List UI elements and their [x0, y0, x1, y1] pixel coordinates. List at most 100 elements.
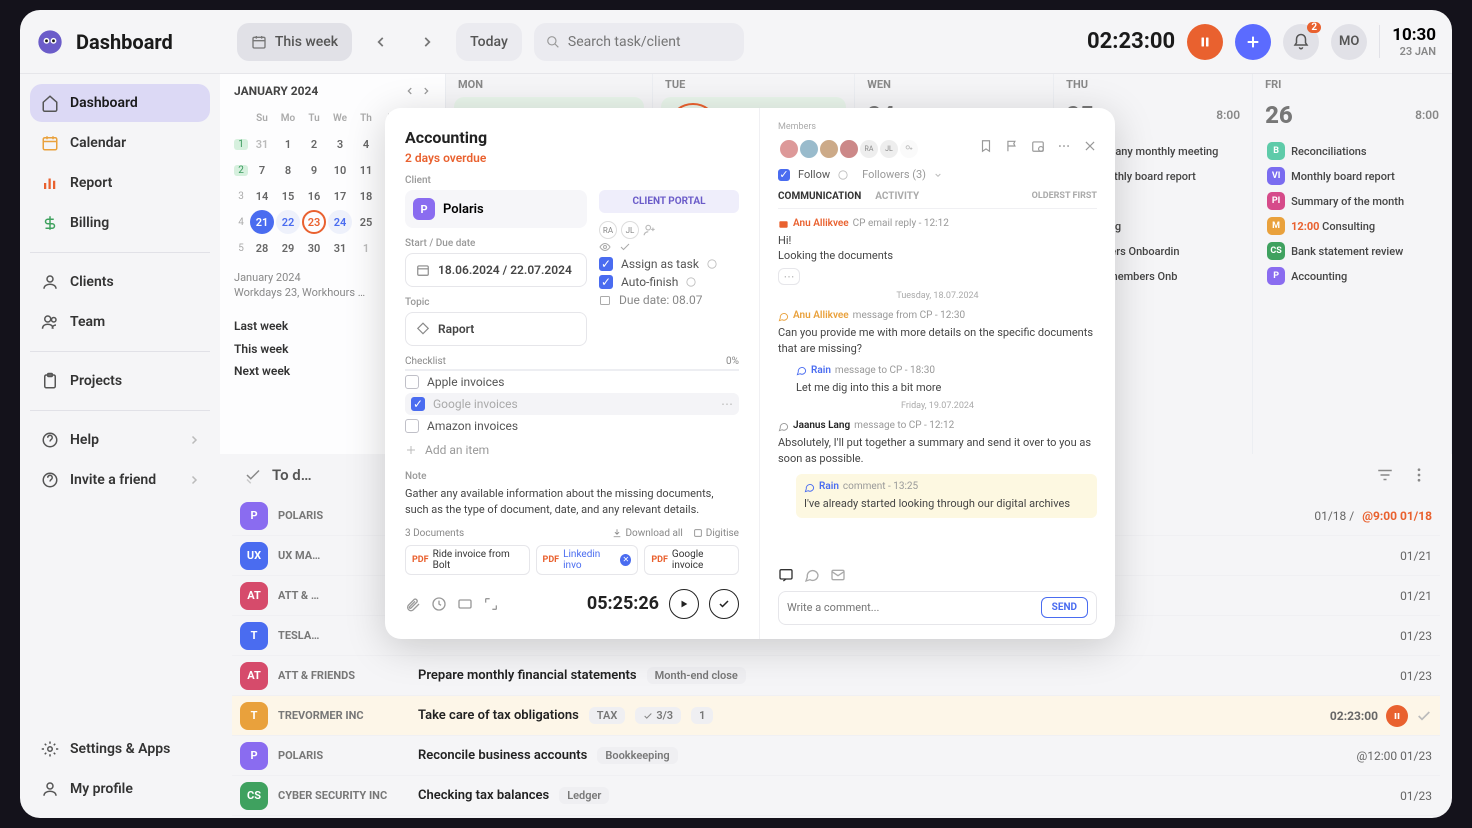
cal-day[interactable]: 8 — [276, 158, 300, 182]
cal-day[interactable]: 23 — [302, 210, 326, 234]
notifications-button[interactable]: 2 — [1283, 24, 1319, 60]
cal-day[interactable]: 17 — [328, 184, 352, 208]
client-portal-button[interactable]: CLIENT PORTAL — [599, 190, 739, 213]
add-member-icon[interactable] — [898, 138, 920, 160]
cal-day[interactable]: 29 — [276, 236, 300, 260]
members-avatars[interactable]: RA JL — [778, 138, 920, 160]
clock-icon[interactable] — [431, 596, 447, 612]
more-icon[interactable]: ⋯ — [721, 397, 733, 411]
event-pill[interactable]: PISummary of the month — [1261, 190, 1443, 212]
add-button[interactable] — [1235, 24, 1271, 60]
event-pill[interactable]: VIMonthly board report — [1261, 165, 1443, 187]
expand-icon[interactable] — [483, 596, 499, 612]
client-field[interactable]: P Polaris — [405, 190, 587, 228]
chat-mode-icon[interactable] — [804, 567, 820, 583]
period-selector[interactable]: This week — [237, 23, 352, 61]
cal-day[interactable]: 1 — [354, 236, 378, 260]
cal-day[interactable]: 2 — [302, 132, 326, 156]
check-icon[interactable] — [619, 241, 631, 253]
add-item-button[interactable]: Add an item — [405, 443, 739, 457]
tab-activity[interactable]: ACTIVITY — [875, 191, 919, 202]
cal-day[interactable]: 10 — [328, 158, 352, 182]
nav-settings-&-apps[interactable]: Settings & Apps — [30, 730, 210, 768]
mini-prev[interactable] — [405, 86, 415, 96]
nav-clients[interactable]: Clients — [30, 263, 210, 301]
mini-next[interactable] — [421, 86, 431, 96]
cal-day[interactable]: 9 — [302, 158, 326, 182]
cal-day[interactable]: 14 — [250, 184, 274, 208]
task-row[interactable]: CSCYBER SECURITY INCChecking tax balance… — [232, 776, 1440, 816]
checklist-item[interactable]: Apple invoices — [405, 375, 739, 389]
nav-billing[interactable]: Billing — [30, 204, 210, 242]
cal-day[interactable]: 15 — [276, 184, 300, 208]
cal-day[interactable]: 31 — [328, 236, 352, 260]
attach-icon[interactable] — [405, 596, 421, 612]
card-icon[interactable] — [457, 596, 473, 612]
topic-field[interactable]: Raport — [405, 312, 587, 346]
event-pill[interactable]: PAccounting — [1261, 265, 1443, 287]
prev-button[interactable] — [364, 25, 398, 59]
tab-communication[interactable]: COMMUNICATION — [778, 191, 861, 202]
comment-input[interactable] — [787, 601, 1041, 614]
nav-my-profile[interactable]: My profile — [30, 770, 210, 808]
search-input[interactable] — [568, 34, 732, 50]
more-button[interactable] — [1410, 466, 1428, 484]
nav-report[interactable]: Report — [30, 164, 210, 202]
cal-day[interactable]: 21 — [250, 210, 274, 234]
flag-icon[interactable] — [1005, 139, 1019, 153]
event-pill[interactable]: CSBank statement review — [1261, 240, 1443, 262]
next-button[interactable] — [410, 25, 444, 59]
autofinish-checkbox[interactable]: ✓ — [599, 275, 613, 289]
digitise-button[interactable]: Digitise — [693, 528, 739, 539]
date-field[interactable]: 18.06.2024 / 22.07.2024 — [405, 253, 587, 287]
nav-help[interactable]: Help — [30, 421, 210, 459]
pause-button[interactable] — [1187, 24, 1223, 60]
follow-checkbox[interactable]: ✓ — [778, 169, 790, 181]
nav-dashboard[interactable]: Dashboard — [30, 84, 210, 122]
comment-input-bar[interactable]: SEND — [778, 591, 1097, 625]
cal-day[interactable]: 18 — [354, 184, 378, 208]
search-box[interactable] — [534, 23, 744, 61]
assign-checkbox[interactable]: ✓ — [599, 257, 613, 271]
cal-day[interactable]: 31 — [250, 132, 274, 156]
download-all-button[interactable]: Download all — [612, 528, 682, 539]
cal-day[interactable]: 24 — [328, 210, 352, 234]
cal-day[interactable]: 16 — [302, 184, 326, 208]
task-row[interactable]: TTREVORMER INCTake care of tax obligatio… — [232, 696, 1440, 736]
cal-day[interactable]: 7 — [250, 158, 274, 182]
today-button[interactable]: Today — [456, 23, 522, 61]
bookmark-icon[interactable] — [979, 139, 993, 153]
cal-day[interactable]: 25 — [354, 210, 378, 234]
task-row[interactable]: PPOLARISReconcile business accountsBookk… — [232, 736, 1440, 776]
checklist-item[interactable]: Amazon invoices — [405, 419, 739, 433]
document-chip[interactable]: PDFGoogle invoice — [644, 545, 739, 575]
cal-day[interactable]: 30 — [302, 236, 326, 260]
filter-button[interactable] — [1376, 466, 1394, 484]
close-icon[interactable] — [1083, 139, 1097, 153]
cal-day[interactable]: 1 — [276, 132, 300, 156]
play-button[interactable] — [669, 589, 699, 619]
nav-projects[interactable]: Projects — [30, 362, 210, 400]
add-person-icon[interactable] — [643, 223, 657, 237]
event-pill[interactable]: M12:00 Consulting — [1261, 215, 1443, 237]
cal-day[interactable]: 3 — [328, 132, 352, 156]
cal-day[interactable]: 22 — [276, 210, 300, 234]
cal-day[interactable]: 4 — [354, 132, 378, 156]
nav-calendar[interactable]: Calendar — [30, 124, 210, 162]
document-chip[interactable]: PDFRide invoice from Bolt — [405, 545, 530, 575]
followers-button[interactable]: Followers (3) — [862, 168, 926, 181]
task-row[interactable]: ATATT & FRIENDSPrepare monthly financial… — [232, 656, 1440, 696]
checklist-item[interactable]: ✓Google invoices⋯ — [405, 393, 739, 415]
cal-day[interactable]: 11 — [354, 158, 378, 182]
nav-team[interactable]: Team — [30, 303, 210, 341]
document-chip[interactable]: PDFLinkedin invo✕ — [536, 545, 639, 575]
eye-icon[interactable] — [599, 241, 611, 253]
mail-mode-icon[interactable] — [830, 567, 846, 583]
comment-mode-icon[interactable] — [778, 567, 794, 583]
schedule-icon[interactable] — [1031, 139, 1045, 153]
complete-button[interactable] — [709, 589, 739, 619]
send-button[interactable]: SEND — [1041, 597, 1088, 618]
nav-invite-a-friend[interactable]: Invite a friend — [30, 461, 210, 499]
event-pill[interactable]: BReconciliations — [1261, 140, 1443, 162]
cal-day[interactable]: 28 — [250, 236, 274, 260]
